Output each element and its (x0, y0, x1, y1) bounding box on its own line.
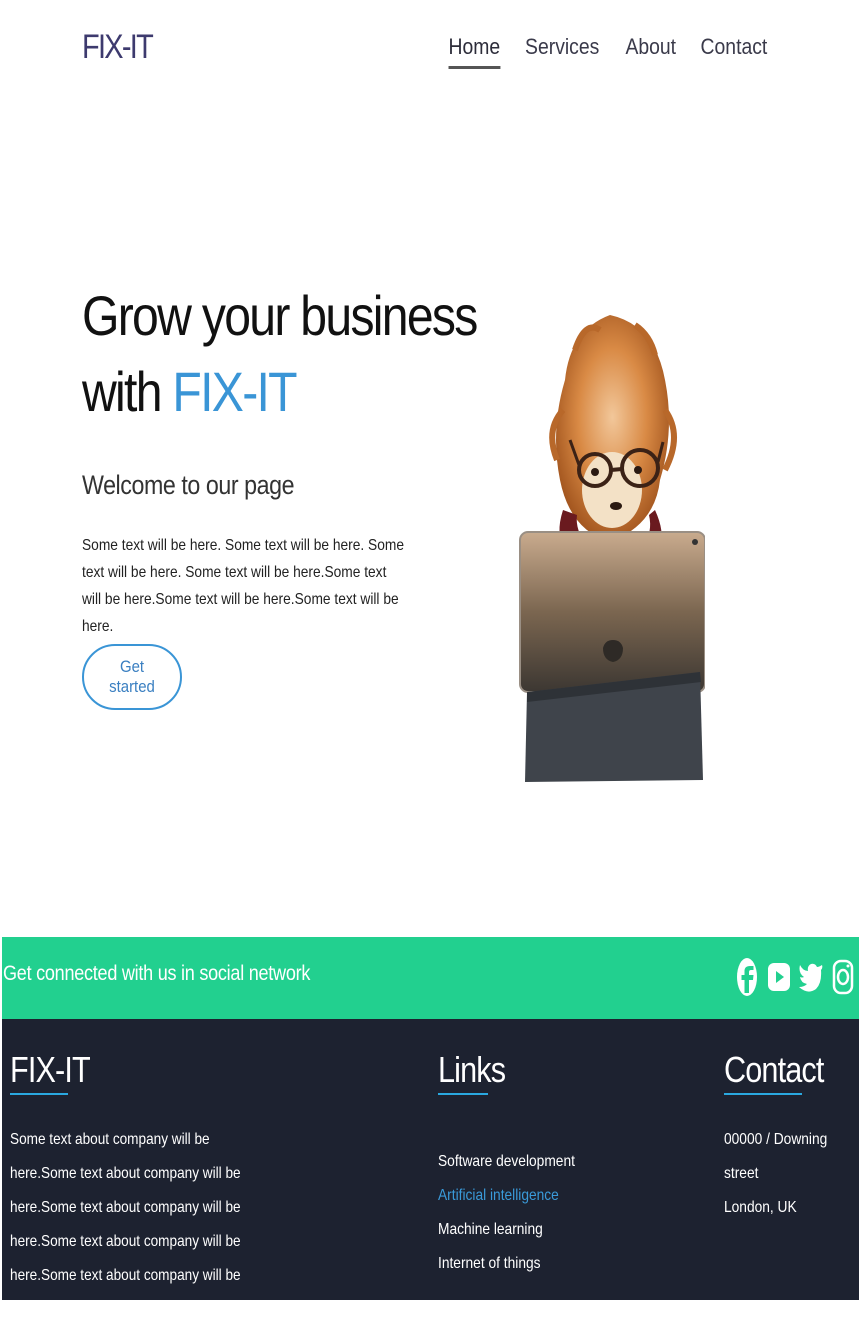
contact-address: 00000 / Downing street (724, 1131, 828, 1182)
heading-underline (438, 1093, 488, 1095)
list-item: Machine learning (438, 1213, 575, 1247)
twitter-icon[interactable] (799, 957, 823, 997)
youtube-icon[interactable] (767, 957, 791, 997)
contact-info: 00000 / Downing street London, UK (724, 1123, 859, 1225)
get-started-button[interactable]: Get started (82, 644, 182, 710)
hero-title-accent: FIX-IT (172, 360, 297, 423)
link-internet-of-things[interactable]: Internet of things (438, 1255, 541, 1272)
hero-title-prefix: with (82, 360, 173, 423)
footer: FIX-IT Some text about company will be h… (2, 1019, 859, 1318)
link-software-development[interactable]: Software development (438, 1153, 575, 1170)
facebook-icon[interactable] (735, 957, 759, 997)
footer-links: Links (438, 1019, 517, 1095)
footer-contact-heading: Contact (724, 1049, 824, 1090)
nav-contact[interactable]: Contact (701, 34, 768, 69)
link-machine-learning[interactable]: Machine learning (438, 1221, 543, 1238)
footer-contact: Contact (724, 1019, 841, 1095)
dog-with-tablet-image (515, 310, 706, 785)
nav-services[interactable]: Services (525, 34, 599, 69)
heading-underline (724, 1093, 802, 1095)
footer-about-heading: FIX-IT (10, 1049, 91, 1090)
hero-title-line1: Grow your business (82, 284, 478, 347)
list-item: Artificial intelligence (438, 1179, 575, 1213)
brand-logo[interactable]: FIX-IT (82, 28, 154, 67)
list-item: Internet of things (438, 1247, 575, 1281)
social-bar: Get connected with us in social network (2, 937, 859, 1019)
heading-underline (10, 1093, 68, 1095)
hero-subtitle: Welcome to our page (82, 470, 295, 500)
nav-about[interactable]: About (625, 34, 676, 69)
navbar: FIX-IT Home Services About Contact (0, 0, 867, 100)
footer-about-text: Some text about company will be here.Som… (10, 1131, 241, 1318)
hero-text: Some text will be here. Some text will b… (82, 537, 404, 635)
main-nav: Home Services About Contact (428, 34, 772, 69)
hero-title: Grow your business with FIX-IT (82, 278, 478, 430)
footer-links-list: Software development Artificial intellig… (438, 1145, 597, 1281)
social-icons (735, 957, 855, 997)
instagram-icon[interactable] (831, 957, 855, 997)
dog-illustration (519, 315, 706, 782)
footer-about: FIX-IT (10, 1019, 104, 1095)
contact-city: London, UK (724, 1199, 797, 1216)
social-text: Get connected with us in social network (3, 962, 311, 985)
link-artificial-intelligence[interactable]: Artificial intelligence (438, 1187, 559, 1204)
list-item: Software development (438, 1145, 575, 1179)
footer-links-heading: Links (438, 1049, 506, 1090)
nav-home[interactable]: Home (448, 34, 500, 69)
get-started-label: Get started (109, 657, 155, 696)
